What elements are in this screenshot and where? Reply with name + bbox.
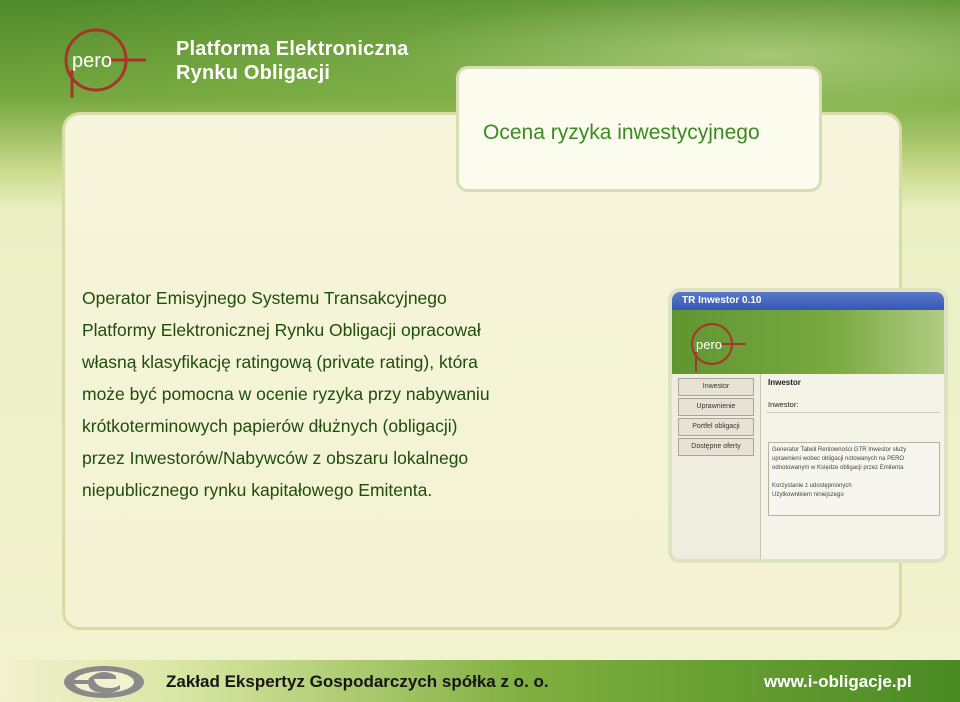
body-line: niepublicznego rynku kapitałowego Emiten… [82,480,433,500]
slide-title: Ocena ryzyka inwestycyjnego [483,121,760,144]
footer-company: Zakład Ekspertyz Gospodarczych spółka z … [166,672,549,691]
app-pero-logo: pero [691,323,746,372]
brand-title-line2: Rynku Obligacji [176,62,331,84]
zeg-logo [64,666,144,698]
body-line: Platformy Elektronicznej Rynku Obligacji… [82,320,481,340]
footer-website-link[interactable]: www.i-obligacje.pl [764,672,912,692]
app-pero-logo-text: pero [696,337,722,352]
body-line: Operator Emisyjnego Systemu Transakcyjne… [82,288,447,308]
app-info-line: uprawnieni wobec obligacji notowanych na… [772,456,905,462]
app-window-title: TR Inwestor 0.10 [672,292,944,310]
app-menu-inwestor: Inwestor [678,378,754,396]
app-sidebar: Inwestor Uprawnienie Portfel obligacji D… [672,374,761,559]
pero-logo-text: pero [72,50,112,72]
app-info-line: odnotowanym w Księdze obligacji przez Em… [772,465,904,471]
app-info-box: Generator Tabeli Rentowności GTR Inwesto… [768,442,940,516]
app-menu-uprawnienie: Uprawnienie [678,398,754,416]
app-info-line: Generator Tabeli Rentowności GTR Inwesto… [772,447,907,453]
title-box: Ocena ryzyka inwestycyjnego [456,66,822,192]
pero-logo: pero [64,28,146,98]
app-screenshot: TR Inwestor 0.10 pero Inwestor Uprawnien… [668,288,948,563]
app-menu-oferty: Dostępne oferty [678,438,754,456]
body-line: krótkoterminowych papierów dłużnych (obl… [82,416,458,436]
app-info-line: Korzystanie z udostępnionych [772,483,852,489]
app-menu-portfel: Portfel obligacji [678,418,754,436]
app-info-line: Użytkownikiem niniejszego [772,492,844,498]
app-field-label: Inwestor: [768,400,799,409]
body-text: Operator Emisyjnego Systemu Transakcyjne… [82,282,622,506]
body-line: przez Inwestorów/Nabywców z obszaru loka… [82,448,469,468]
app-divider [766,412,940,413]
app-heading: Inwestor [768,378,801,387]
app-main-area: Inwestor Inwestor: Generator Tabeli Rent… [766,374,940,559]
brand-title-line1: Platforma Elektroniczna [176,38,409,60]
body-line: może być pomocna w ocenie ryzyka przy na… [82,384,490,404]
body-line: własną klasyfikację ratingową (private r… [82,352,478,372]
